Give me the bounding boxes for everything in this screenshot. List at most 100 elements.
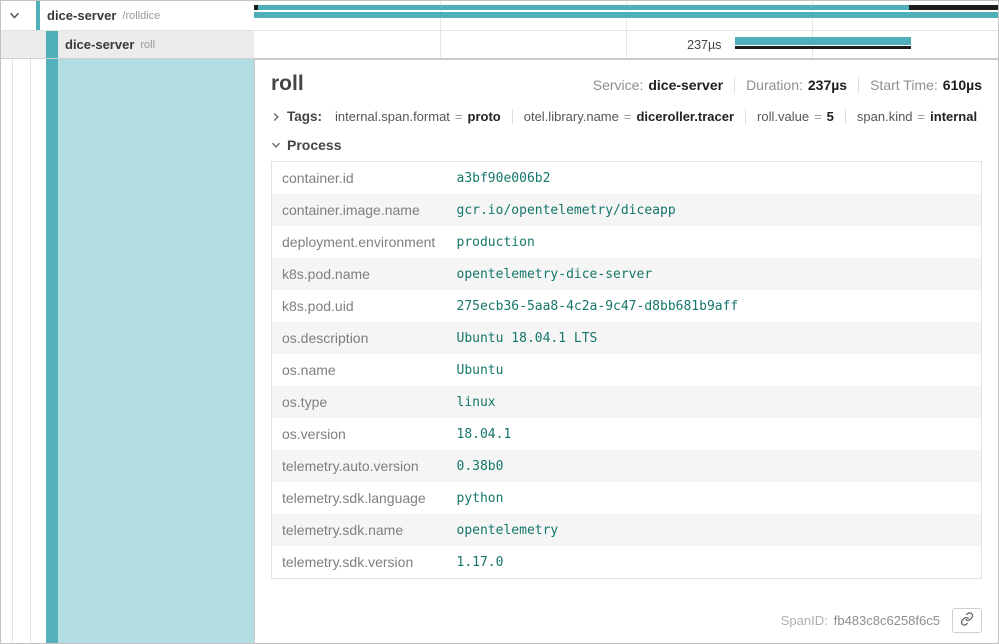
span-detail-highlight	[58, 59, 254, 643]
span-service-name: dice-server	[65, 37, 134, 52]
process-row: k8s.pod.name opentelemetry-dice-server	[272, 258, 982, 290]
bar-cap-left	[254, 5, 258, 10]
process-row: os.name Ubuntu	[272, 354, 982, 386]
span-name-cell-roll[interactable]: dice-server roll	[1, 31, 254, 58]
tag-item: otel.library.name = diceroller.tracer	[512, 109, 745, 124]
header-stat: Start Time: 610µs	[858, 77, 982, 93]
process-row: container.image.name gcr.io/opentelemetr…	[272, 194, 982, 226]
process-row: os.description Ubuntu 18.04.1 LTS	[272, 322, 982, 354]
process-key: os.version	[272, 418, 447, 450]
tag-value: proto	[468, 109, 501, 124]
tag-key: internal.span.format	[335, 109, 450, 124]
header-stat-value: 610µs	[943, 77, 982, 93]
span-detail-gutter	[1, 59, 254, 643]
span-color-bar	[36, 1, 40, 30]
process-value: opentelemetry	[447, 514, 982, 546]
timeline-row-rolldice[interactable]	[254, 1, 998, 30]
process-table: container.id a3bf90e006b2 container.imag…	[271, 161, 982, 579]
process-key: telemetry.sdk.language	[272, 482, 447, 514]
tag-equals: =	[455, 109, 463, 124]
process-row: deployment.environment production	[272, 226, 982, 258]
process-row: os.type linux	[272, 386, 982, 418]
span-row-roll-selected[interactable]: dice-server roll 237µs	[1, 31, 998, 59]
process-key: os.description	[272, 322, 447, 354]
spanid-value: fb483c8c6258f6c5	[834, 613, 940, 628]
process-key: k8s.pod.uid	[272, 290, 447, 322]
timeline-tick	[440, 31, 441, 58]
process-key: telemetry.auto.version	[272, 450, 447, 482]
process-value: Ubuntu 18.04.1 LTS	[447, 322, 982, 354]
process-value: production	[447, 226, 982, 258]
process-key: k8s.pod.name	[272, 258, 447, 290]
process-key: os.type	[272, 386, 447, 418]
deep-link-button[interactable]	[952, 608, 982, 633]
process-value: python	[447, 482, 982, 514]
process-row: telemetry.sdk.language python	[272, 482, 982, 514]
spanid-label: SpanID:	[781, 613, 828, 628]
span-color-bar	[46, 31, 58, 58]
jaeger-trace-detail-view: dice-server /rolldice dice-server roll 2…	[0, 0, 999, 644]
process-value: opentelemetry-dice-server	[447, 258, 982, 290]
process-key: os.name	[272, 354, 447, 386]
tree-indent-guide	[30, 59, 31, 643]
bar-cap-right	[909, 5, 998, 10]
process-row: telemetry.sdk.version 1.17.0	[272, 546, 982, 579]
process-value: 275ecb36-5aa8-4c2a-9c47-d8bb681b9aff	[447, 290, 982, 322]
tag-list: internal.span.format = proto otel.librar…	[324, 109, 988, 124]
chevron-down-icon[interactable]	[271, 140, 281, 150]
header-stat-value: dice-server	[648, 77, 723, 93]
span-bar-rolldice	[254, 5, 998, 10]
tag-key: roll.value	[757, 109, 809, 124]
process-key: container.image.name	[272, 194, 447, 226]
timeline-row-roll[interactable]: 237µs	[254, 31, 998, 58]
process-row: telemetry.auto.version 0.38b0	[272, 450, 982, 482]
span-title: roll	[271, 72, 304, 96]
process-value: 1.17.0	[447, 546, 982, 579]
header-stat-label: Start Time:	[870, 77, 938, 93]
tag-value: 5	[827, 109, 834, 124]
process-table-body: container.id a3bf90e006b2 container.imag…	[272, 162, 982, 579]
span-color-bar-extension	[46, 59, 58, 643]
span-row-rolldice[interactable]: dice-server /rolldice	[1, 1, 998, 31]
span-operation-name: /rolldice	[122, 10, 160, 22]
process-value: Ubuntu	[447, 354, 982, 386]
span-operation-name: roll	[140, 39, 155, 51]
tag-equals: =	[918, 109, 926, 124]
process-value: 0.38b0	[447, 450, 982, 482]
tag-key: span.kind	[857, 109, 913, 124]
process-row: telemetry.sdk.name opentelemetry	[272, 514, 982, 546]
tag-value: internal	[930, 109, 977, 124]
tag-item: span.kind = internal	[845, 109, 988, 124]
span-bar-roll[interactable]	[735, 37, 911, 45]
tags-section[interactable]: Tags: internal.span.format = proto otel.…	[271, 109, 982, 124]
process-key: deployment.environment	[272, 226, 447, 258]
tag-equals: =	[814, 109, 822, 124]
tag-key: otel.library.name	[524, 109, 619, 124]
chevron-right-icon[interactable]	[271, 112, 281, 122]
process-section-header[interactable]: Process	[271, 137, 982, 153]
header-stat-label: Duration:	[746, 77, 803, 93]
span-duration-label: 237µs	[626, 31, 726, 58]
span-name-cell-rolldice[interactable]: dice-server /rolldice	[1, 1, 254, 30]
process-value: linux	[447, 386, 982, 418]
process-value: 18.04.1	[447, 418, 982, 450]
process-value: a3bf90e006b2	[447, 162, 982, 195]
tags-label[interactable]: Tags:	[287, 109, 322, 124]
header-stat: Duration: 237µs	[734, 77, 858, 93]
link-icon	[960, 612, 974, 629]
process-label[interactable]: Process	[287, 137, 341, 153]
header-stat: Service: dice-server	[582, 77, 734, 93]
process-row: container.id a3bf90e006b2	[272, 162, 982, 195]
chevron-down-icon[interactable]	[9, 10, 20, 21]
process-key: telemetry.sdk.version	[272, 546, 447, 579]
span-header-stats: Service: dice-server Duration: 237µs Sta…	[582, 77, 982, 93]
process-key: telemetry.sdk.name	[272, 514, 447, 546]
tag-equals: =	[624, 109, 632, 124]
tree-indent-guide	[12, 59, 13, 643]
process-row: k8s.pod.uid 275ecb36-5aa8-4c2a-9c47-d8bb…	[272, 290, 982, 322]
trace-detail-body: roll Service: dice-server Duration: 237µ…	[1, 59, 998, 643]
process-value: gcr.io/opentelemetry/diceapp	[447, 194, 982, 226]
process-key: container.id	[272, 162, 447, 195]
header-stat-value: 237µs	[808, 77, 847, 93]
span-bar-roll-shadow	[735, 46, 911, 49]
